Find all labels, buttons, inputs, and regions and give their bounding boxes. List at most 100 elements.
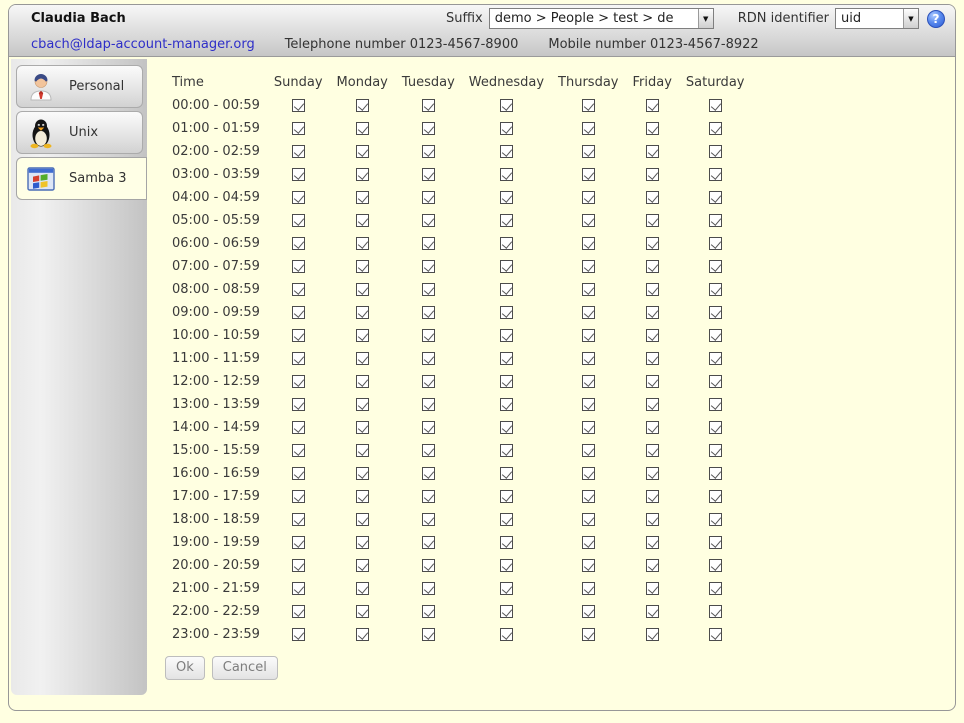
hour-checkbox[interactable] bbox=[646, 283, 659, 296]
hour-checkbox[interactable] bbox=[582, 421, 595, 434]
hour-checkbox[interactable] bbox=[422, 536, 435, 549]
hour-checkbox[interactable] bbox=[292, 145, 305, 158]
hour-checkbox[interactable] bbox=[292, 237, 305, 250]
hour-checkbox[interactable] bbox=[646, 513, 659, 526]
hour-checkbox[interactable] bbox=[292, 536, 305, 549]
hour-checkbox[interactable] bbox=[292, 214, 305, 227]
hour-checkbox[interactable] bbox=[582, 122, 595, 135]
hour-checkbox[interactable] bbox=[292, 122, 305, 135]
hour-checkbox[interactable] bbox=[356, 99, 369, 112]
hour-checkbox[interactable] bbox=[709, 398, 722, 411]
hour-checkbox[interactable] bbox=[709, 214, 722, 227]
hour-checkbox[interactable] bbox=[292, 99, 305, 112]
hour-checkbox[interactable] bbox=[422, 99, 435, 112]
hour-checkbox[interactable] bbox=[500, 329, 513, 342]
hour-checkbox[interactable] bbox=[646, 352, 659, 365]
hour-checkbox[interactable] bbox=[292, 168, 305, 181]
hour-checkbox[interactable] bbox=[356, 375, 369, 388]
hour-checkbox[interactable] bbox=[356, 582, 369, 595]
hour-checkbox[interactable] bbox=[500, 145, 513, 158]
hour-checkbox[interactable] bbox=[356, 467, 369, 480]
hour-checkbox[interactable] bbox=[582, 513, 595, 526]
hour-checkbox[interactable] bbox=[582, 214, 595, 227]
hour-checkbox[interactable] bbox=[356, 122, 369, 135]
hour-checkbox[interactable] bbox=[292, 444, 305, 457]
hour-checkbox[interactable] bbox=[422, 398, 435, 411]
hour-checkbox[interactable] bbox=[582, 490, 595, 503]
hour-checkbox[interactable] bbox=[292, 559, 305, 572]
hour-checkbox[interactable] bbox=[292, 283, 305, 296]
hour-checkbox[interactable] bbox=[356, 306, 369, 319]
hour-checkbox[interactable] bbox=[422, 352, 435, 365]
hour-checkbox[interactable] bbox=[356, 444, 369, 457]
hour-checkbox[interactable] bbox=[292, 375, 305, 388]
hour-checkbox[interactable] bbox=[500, 421, 513, 434]
hour-checkbox[interactable] bbox=[709, 421, 722, 434]
hour-checkbox[interactable] bbox=[422, 283, 435, 296]
hour-checkbox[interactable] bbox=[709, 467, 722, 480]
hour-checkbox[interactable] bbox=[292, 490, 305, 503]
hour-checkbox[interactable] bbox=[646, 375, 659, 388]
hour-checkbox[interactable] bbox=[500, 605, 513, 618]
hour-checkbox[interactable] bbox=[646, 260, 659, 273]
hour-checkbox[interactable] bbox=[646, 421, 659, 434]
hour-checkbox[interactable] bbox=[709, 191, 722, 204]
hour-checkbox[interactable] bbox=[709, 352, 722, 365]
hour-checkbox[interactable] bbox=[292, 421, 305, 434]
hour-checkbox[interactable] bbox=[646, 536, 659, 549]
hour-checkbox[interactable] bbox=[356, 283, 369, 296]
hour-checkbox[interactable] bbox=[646, 191, 659, 204]
hour-checkbox[interactable] bbox=[500, 214, 513, 227]
hour-checkbox[interactable] bbox=[500, 444, 513, 457]
hour-checkbox[interactable] bbox=[292, 398, 305, 411]
hour-checkbox[interactable] bbox=[582, 582, 595, 595]
hour-checkbox[interactable] bbox=[709, 559, 722, 572]
hour-checkbox[interactable] bbox=[646, 444, 659, 457]
hour-checkbox[interactable] bbox=[709, 260, 722, 273]
ok-button[interactable]: Ok bbox=[165, 656, 205, 680]
hour-checkbox[interactable] bbox=[356, 605, 369, 618]
hour-checkbox[interactable] bbox=[422, 214, 435, 227]
hour-checkbox[interactable] bbox=[356, 168, 369, 181]
hour-checkbox[interactable] bbox=[422, 582, 435, 595]
hour-checkbox[interactable] bbox=[646, 605, 659, 618]
hour-checkbox[interactable] bbox=[646, 168, 659, 181]
hour-checkbox[interactable] bbox=[422, 628, 435, 641]
hour-checkbox[interactable] bbox=[422, 329, 435, 342]
hour-checkbox[interactable] bbox=[646, 306, 659, 319]
hour-checkbox[interactable] bbox=[646, 214, 659, 227]
hour-checkbox[interactable] bbox=[709, 145, 722, 158]
hour-checkbox[interactable] bbox=[500, 490, 513, 503]
hour-checkbox[interactable] bbox=[709, 283, 722, 296]
hour-checkbox[interactable] bbox=[582, 191, 595, 204]
hour-checkbox[interactable] bbox=[500, 260, 513, 273]
hour-checkbox[interactable] bbox=[709, 605, 722, 618]
hour-checkbox[interactable] bbox=[646, 99, 659, 112]
hour-checkbox[interactable] bbox=[292, 352, 305, 365]
hour-checkbox[interactable] bbox=[422, 444, 435, 457]
hour-checkbox[interactable] bbox=[422, 421, 435, 434]
hour-checkbox[interactable] bbox=[646, 490, 659, 503]
hour-checkbox[interactable] bbox=[292, 467, 305, 480]
hour-checkbox[interactable] bbox=[500, 559, 513, 572]
hour-checkbox[interactable] bbox=[709, 628, 722, 641]
hour-checkbox[interactable] bbox=[709, 490, 722, 503]
hour-checkbox[interactable] bbox=[709, 99, 722, 112]
hour-checkbox[interactable] bbox=[500, 122, 513, 135]
hour-checkbox[interactable] bbox=[292, 191, 305, 204]
hour-checkbox[interactable] bbox=[500, 375, 513, 388]
hour-checkbox[interactable] bbox=[582, 99, 595, 112]
hour-checkbox[interactable] bbox=[709, 375, 722, 388]
hour-checkbox[interactable] bbox=[646, 329, 659, 342]
hour-checkbox[interactable] bbox=[356, 260, 369, 273]
hour-checkbox[interactable] bbox=[582, 283, 595, 296]
hour-checkbox[interactable] bbox=[422, 237, 435, 250]
hour-checkbox[interactable] bbox=[500, 398, 513, 411]
hour-checkbox[interactable] bbox=[292, 513, 305, 526]
hour-checkbox[interactable] bbox=[422, 168, 435, 181]
hour-checkbox[interactable] bbox=[422, 260, 435, 273]
suffix-select[interactable]: demo > People > test > de bbox=[489, 8, 714, 29]
hour-checkbox[interactable] bbox=[500, 467, 513, 480]
hour-checkbox[interactable] bbox=[356, 191, 369, 204]
hour-checkbox[interactable] bbox=[500, 168, 513, 181]
